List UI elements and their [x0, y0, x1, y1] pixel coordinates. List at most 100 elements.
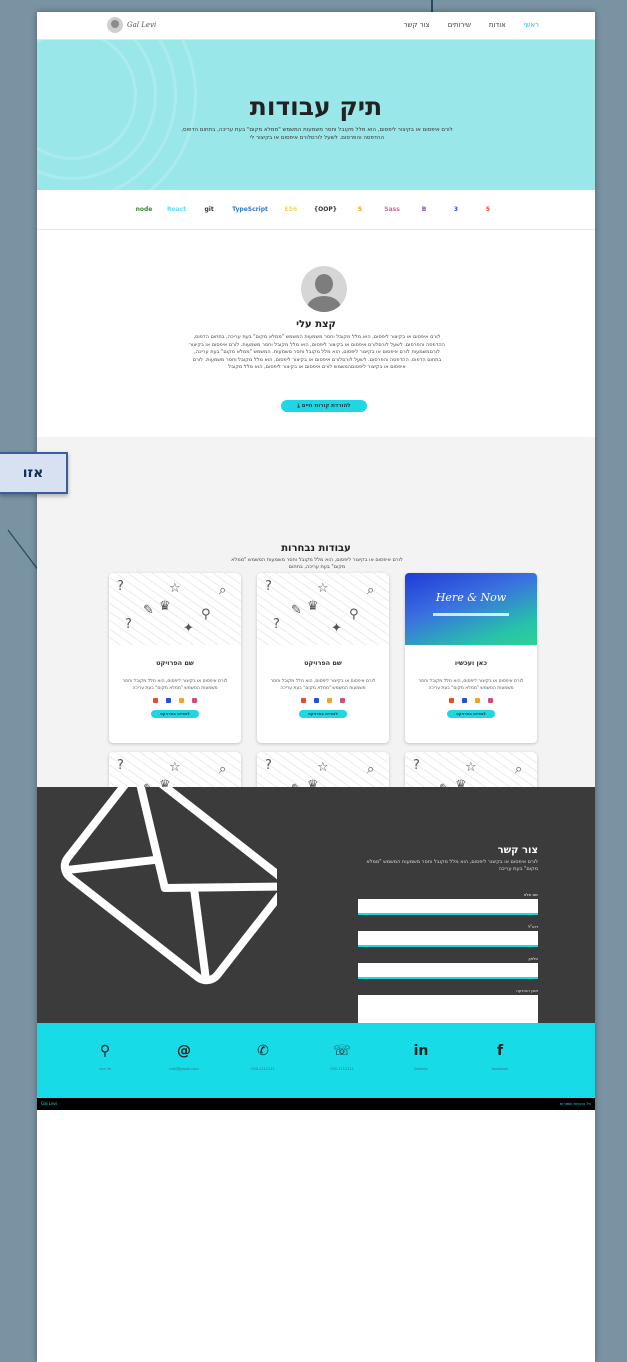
footer-contact-item[interactable]: ⚲ תל אביב — [70, 1043, 140, 1071]
project-thumbnail: ? ✎ ☆ ⚲? ✦ ⌕ ♛ — [109, 573, 241, 645]
tech-mini-icon — [475, 698, 480, 703]
tech-mini-icon — [166, 698, 171, 703]
oop-icon: {OOP} — [313, 206, 338, 213]
project-title: שם הפרויקט — [156, 659, 194, 667]
tech-stack-strip: 5 3 B Sass 5 {OOP} ES6 TypeScript git React node — [37, 190, 595, 230]
doodle-lightbulb-icon: ⌕ — [219, 762, 227, 777]
view-project-button[interactable]: לצפייה בפרויקט — [447, 710, 495, 718]
typescript-icon: TypeScript — [232, 206, 268, 213]
doodle-lightbulb-icon: ? — [265, 579, 272, 594]
envelope-icon — [60, 787, 277, 985]
nodejs-icon: node — [135, 206, 153, 213]
profile-avatar — [301, 266, 347, 312]
doodle-lightbulb-icon: ? — [117, 579, 124, 594]
nav-link[interactable]: ראשי — [524, 21, 539, 29]
doodle-pencil-icon: ✎ — [291, 603, 302, 618]
about-section: קצת עלי לורם איפסום או בקיצור ליפסום, הו… — [37, 230, 595, 437]
nav-link[interactable]: אודות — [489, 21, 506, 29]
doodle-lightbulb-icon: ? — [125, 617, 132, 632]
doodle-lightbulb-icon: ☆ — [317, 581, 329, 596]
footer-contact-text: 050-1111111 — [330, 1067, 354, 1071]
project-tech-icons — [109, 698, 241, 703]
form-label: טלפון — [528, 956, 538, 961]
hero-subtitle: לורם איפסום או בקיצור ליפסום, הוא מלל מק… — [181, 127, 453, 141]
project-tech-icons — [405, 698, 537, 703]
download-icon: ⤓ — [297, 403, 300, 409]
location-icon: ⚲ — [99, 1043, 111, 1059]
react-icon: React — [166, 206, 187, 213]
css3-icon: 3 — [453, 206, 459, 213]
footer-contact-item[interactable]: @ mail@gmail.com — [149, 1043, 219, 1071]
project-description: לורם איפסום או בקיצור ליפסום, הוא מלל מק… — [122, 679, 228, 691]
linkedin-icon: in — [413, 1043, 429, 1059]
form-label: דוא"ל — [527, 924, 538, 929]
project-tech-icons — [257, 698, 389, 703]
form-label: תוכן ההודעה — [516, 988, 538, 993]
view-project-label: לצפייה בפרויקט — [456, 711, 486, 716]
footer-contact-item[interactable]: in linkedin — [386, 1043, 456, 1071]
footer-contact-text: 050-1111111 — [251, 1067, 275, 1071]
nav-link[interactable]: שירותים — [448, 21, 471, 29]
project-title: שם הפרויקט — [304, 659, 342, 667]
bootstrap-icon: B — [421, 206, 427, 213]
footer-contact-text: linkedin — [414, 1067, 428, 1071]
nav-link[interactable]: צור קשר — [404, 21, 430, 29]
callout-text: אזו — [22, 465, 44, 481]
form-label: שם מלא — [523, 892, 538, 897]
doodle-pencil-icon: ✦ — [331, 621, 342, 636]
doodle-pencil-icon: ⚲ — [349, 607, 359, 622]
doodle-lightbulb-icon: ? — [413, 758, 420, 773]
download-cv-button[interactable]: להורדת קורות חיים ⤓ — [281, 400, 367, 412]
portfolio-page: Gal Levi ראשי אודות שירותים צור קשר תיק עבו… — [37, 12, 595, 1362]
view-project-button[interactable]: לצפייה בפרויקט — [299, 710, 347, 718]
phone-icon: ☏ — [333, 1043, 351, 1059]
footer-contact-item[interactable]: f facebook — [465, 1043, 535, 1071]
screenshot-canvas: Gal Levi ראשי אודות שירותים צור קשר תיק עבו… — [0, 0, 627, 1362]
works-title: עבודות נבחרות — [281, 543, 351, 554]
project-card: ? ✎ ☆ ⚲? ✦ ⌕ ♛ שם הפרויקט לורם איפסום או בקיצור … — [109, 573, 241, 743]
tech-mini-icon — [179, 698, 184, 703]
doodle-pencil-icon: ⚲ — [201, 607, 211, 622]
tech-mini-icon — [153, 698, 158, 703]
doodle-lightbulb-icon: ☆ — [169, 581, 181, 596]
contact-title: צור קשר — [497, 845, 538, 856]
footer-contact-item[interactable]: ☏ 050-1111111 — [307, 1043, 377, 1071]
tech-mini-icon — [192, 698, 197, 703]
message-textarea[interactable] — [358, 995, 538, 1023]
whatsapp-icon: ✆ — [257, 1043, 269, 1059]
git-icon: git — [204, 206, 214, 213]
doodle-lightbulb-icon: ⌕ — [219, 583, 227, 598]
doodle-lightbulb-icon: ☆ — [169, 760, 181, 775]
works-section: עבודות נבחרות לורם איפסום או בקיצור ליפס… — [37, 437, 595, 922]
doodle-lightbulb-icon: ⌕ — [367, 762, 375, 777]
tech-mini-icon — [449, 698, 454, 703]
doodle-pencil-icon: ✎ — [143, 603, 154, 618]
doodle-lightbulb-icon: ? — [117, 758, 124, 773]
form-input[interactable] — [358, 963, 538, 979]
project-title: כאן ועכשיו — [454, 659, 488, 667]
contact-section: צור קשר לורם איפסום או בקיצור ליפסום, הו… — [37, 787, 595, 1023]
logo-text: Gal Levi — [127, 21, 157, 29]
thumbnail-progress — [433, 613, 509, 616]
project-thumbnail: ? ✎ ☆ ⚲? ✦ ⌕ ♛ — [257, 573, 389, 645]
copyright-bar: Gal Levi כל הזכויות שמורות — [37, 1098, 595, 1110]
project-description: לורם איפסום או בקיצור ליפסום, הוא מלל מק… — [270, 679, 376, 691]
doodle-lightbulb-icon: ☆ — [317, 760, 329, 775]
copyright-text: כל הזכויות שמורות — [559, 1101, 591, 1106]
footer-contact-item[interactable]: ✆ 050-1111111 — [228, 1043, 298, 1071]
about-text: לורם איפסום או בקיצור ליפסום, הוא מלל מק… — [189, 334, 445, 371]
annotation-callout: אזו — [0, 452, 68, 494]
view-project-label: לצפייה בפרויקט — [308, 711, 338, 716]
hero-title: תיק עבודות — [249, 92, 383, 121]
hero-section: תיק עבודות לורם איפסום או בקיצור ליפסום,… — [37, 40, 595, 190]
tech-mini-icon — [462, 698, 467, 703]
form-input[interactable] — [358, 899, 538, 915]
doodle-lightbulb-icon: ⌕ — [367, 583, 375, 598]
doodle-pencil-icon: ✦ — [183, 621, 194, 636]
es6-icon: ES6 — [284, 206, 298, 213]
site-logo[interactable]: Gal Levi — [107, 17, 156, 33]
view-project-button[interactable]: לצפייה בפרויקט — [151, 710, 199, 718]
project-thumbnail: Here & Now — [405, 573, 537, 645]
form-input[interactable] — [358, 931, 538, 947]
project-card: ? ✎ ☆ ⚲? ✦ ⌕ ♛ שם הפרויקט לורם איפסום או בקיצור … — [257, 573, 389, 743]
